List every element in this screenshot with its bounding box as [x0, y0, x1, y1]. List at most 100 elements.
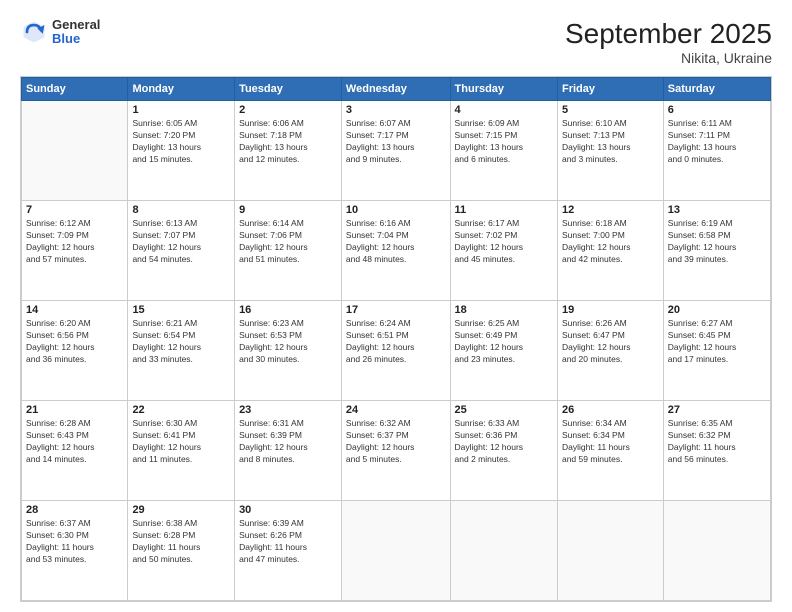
calendar-cell: 19 Sunrise: 6:26 AMSunset: 6:47 PMDayligh… [557, 301, 663, 401]
calendar-cell: 16Sunrise: 6:23 AMSunset: 6:53 PMDayligh… [235, 301, 342, 401]
calendar-cell: 25 Sunrise: 6:33 AMSunset: 6:36 PMDayligh… [450, 401, 557, 501]
day-number: 21 [26, 404, 123, 416]
page: General Blue September 2025 Nikita, Ukra… [0, 0, 792, 612]
day-number: 14 [26, 304, 123, 316]
calendar-cell: 10Sunrise: 6:16 AMSunset: 7:04 PMDayligh… [341, 201, 450, 301]
calendar-cell: 11 Sunrise: 6:17 AMSunset: 7:02 PMDayligh… [450, 201, 557, 301]
calendar-subtitle: Nikita, Ukraine [565, 50, 772, 66]
day-info: Sunrise: 6:31 AMSunset: 6:39 PMDaylight:… [239, 418, 337, 466]
column-header-thursday: Thursday [450, 78, 557, 101]
day-number: 5 [562, 104, 659, 116]
week-row-4: 21 Sunrise: 6:28 AMSunset: 6:43 PMDayligh… [22, 401, 771, 501]
day-number: 30 [239, 504, 337, 516]
day-number: 3 [346, 104, 446, 116]
day-number: 7 [26, 204, 123, 216]
day-info: Sunrise: 6:39 AMSunset: 6:26 PMDaylight:… [239, 518, 337, 566]
day-number: 4 [455, 104, 553, 116]
logo: General Blue [20, 18, 100, 47]
day-info: Sunrise: 6:30 AMSunset: 6:41 PMDaylight:… [132, 418, 230, 466]
column-header-saturday: Saturday [663, 78, 770, 101]
day-number: 19 [562, 304, 659, 316]
day-info: Sunrise: 6:12 AMSunset: 7:09 PMDaylight:… [26, 218, 123, 266]
calendar-cell: 17 Sunrise: 6:24 AMSunset: 6:51 PMDayligh… [341, 301, 450, 401]
day-number: 28 [26, 504, 123, 516]
day-info: Sunrise: 6:21 AMSunset: 6:54 PMDaylight:… [132, 318, 230, 366]
day-number: 8 [132, 204, 230, 216]
day-number: 20 [668, 304, 766, 316]
day-info: Sunrise: 6:32 AMSunset: 6:37 PMDaylight:… [346, 418, 446, 466]
calendar-cell [663, 501, 770, 601]
calendar-cell: 30 Sunrise: 6:39 AMSunset: 6:26 PMDayligh… [235, 501, 342, 601]
day-info: Sunrise: 6:27 AMSunset: 6:45 PMDaylight:… [668, 318, 766, 366]
day-info: Sunrise: 6:25 AMSunset: 6:49 PMDaylight:… [455, 318, 553, 366]
calendar-cell: 1Sunrise: 6:05 AMSunset: 7:20 PMDaylight… [128, 101, 235, 201]
week-row-5: 28 Sunrise: 6:37 AMSunset: 6:30 PMDayligh… [22, 501, 771, 601]
day-number: 17 [346, 304, 446, 316]
day-info: Sunrise: 6:14 AMSunset: 7:06 PMDaylight:… [239, 218, 337, 266]
day-info: Sunrise: 6:20 AMSunset: 6:56 PMDaylight:… [26, 318, 123, 366]
day-number: 11 [455, 204, 553, 216]
calendar-cell: 27 Sunrise: 6:35 AMSunset: 6:32 PMDayligh… [663, 401, 770, 501]
day-info: Sunrise: 6:37 AMSunset: 6:30 PMDaylight:… [26, 518, 123, 566]
day-info: Sunrise: 6:18 AMSunset: 7:00 PMDaylight:… [562, 218, 659, 266]
day-info: Sunrise: 6:05 AMSunset: 7:20 PMDaylight:… [132, 118, 230, 166]
day-info: Sunrise: 6:17 AMSunset: 7:02 PMDaylight:… [455, 218, 553, 266]
calendar-cell: 2Sunrise: 6:06 AMSunset: 7:18 PMDaylight… [235, 101, 342, 201]
day-number: 25 [455, 404, 553, 416]
day-number: 27 [668, 404, 766, 416]
day-number: 22 [132, 404, 230, 416]
calendar-cell: 14 Sunrise: 6:20 AMSunset: 6:56 PMDayligh… [22, 301, 128, 401]
day-info: Sunrise: 6:19 AMSunset: 6:58 PMDaylight:… [668, 218, 766, 266]
day-info: Sunrise: 6:09 AMSunset: 7:15 PMDaylight:… [455, 118, 553, 166]
column-header-wednesday: Wednesday [341, 78, 450, 101]
logo-text: General Blue [52, 18, 100, 47]
calendar: SundayMondayTuesdayWednesdayThursdayFrid… [20, 76, 772, 602]
week-row-1: 1Sunrise: 6:05 AMSunset: 7:20 PMDaylight… [22, 101, 771, 201]
calendar-cell: 9 Sunrise: 6:14 AMSunset: 7:06 PMDaylight… [235, 201, 342, 301]
column-header-tuesday: Tuesday [235, 78, 342, 101]
calendar-cell: 20 Sunrise: 6:27 AMSunset: 6:45 PMDayligh… [663, 301, 770, 401]
day-info: Sunrise: 6:34 AMSunset: 6:34 PMDaylight:… [562, 418, 659, 466]
day-info: Sunrise: 6:33 AMSunset: 6:36 PMDaylight:… [455, 418, 553, 466]
day-info: Sunrise: 6:11 AMSunset: 7:11 PMDaylight:… [668, 118, 766, 166]
calendar-cell [557, 501, 663, 601]
day-number: 26 [562, 404, 659, 416]
calendar-cell: 15 Sunrise: 6:21 AMSunset: 6:54 PMDayligh… [128, 301, 235, 401]
day-info: Sunrise: 6:07 AMSunset: 7:17 PMDaylight:… [346, 118, 446, 166]
calendar-cell: 23Sunrise: 6:31 AMSunset: 6:39 PMDayligh… [235, 401, 342, 501]
calendar-cell: 29 Sunrise: 6:38 AMSunset: 6:28 PMDayligh… [128, 501, 235, 601]
calendar-cell [341, 501, 450, 601]
day-number: 18 [455, 304, 553, 316]
calendar-cell: 22 Sunrise: 6:30 AMSunset: 6:41 PMDayligh… [128, 401, 235, 501]
column-header-friday: Friday [557, 78, 663, 101]
calendar-cell: 18 Sunrise: 6:25 AMSunset: 6:49 PMDayligh… [450, 301, 557, 401]
week-row-2: 7 Sunrise: 6:12 AMSunset: 7:09 PMDaylight… [22, 201, 771, 301]
day-number: 9 [239, 204, 337, 216]
day-info: Sunrise: 6:16 AMSunset: 7:04 PMDaylight:… [346, 218, 446, 266]
column-header-sunday: Sunday [22, 78, 128, 101]
calendar-title: September 2025 [565, 18, 772, 50]
logo-icon [20, 18, 48, 46]
day-number: 6 [668, 104, 766, 116]
day-info: Sunrise: 6:26 AMSunset: 6:47 PMDaylight:… [562, 318, 659, 366]
calendar-cell: 4 Sunrise: 6:09 AMSunset: 7:15 PMDaylight… [450, 101, 557, 201]
calendar-cell: 24Sunrise: 6:32 AMSunset: 6:37 PMDayligh… [341, 401, 450, 501]
calendar-cell: 28 Sunrise: 6:37 AMSunset: 6:30 PMDayligh… [22, 501, 128, 601]
day-info: Sunrise: 6:24 AMSunset: 6:51 PMDaylight:… [346, 318, 446, 366]
calendar-cell: 5 Sunrise: 6:10 AMSunset: 7:13 PMDaylight… [557, 101, 663, 201]
calendar-cell [450, 501, 557, 601]
calendar-cell: 26 Sunrise: 6:34 AMSunset: 6:34 PMDayligh… [557, 401, 663, 501]
day-number: 29 [132, 504, 230, 516]
calendar-header: SundayMondayTuesdayWednesdayThursdayFrid… [22, 78, 771, 101]
day-info: Sunrise: 6:13 AMSunset: 7:07 PMDaylight:… [132, 218, 230, 266]
day-info: Sunrise: 6:35 AMSunset: 6:32 PMDaylight:… [668, 418, 766, 466]
header: General Blue September 2025 Nikita, Ukra… [20, 18, 772, 66]
day-number: 2 [239, 104, 337, 116]
day-info: Sunrise: 6:10 AMSunset: 7:13 PMDaylight:… [562, 118, 659, 166]
calendar-body: 1Sunrise: 6:05 AMSunset: 7:20 PMDaylight… [22, 101, 771, 601]
day-info: Sunrise: 6:23 AMSunset: 6:53 PMDaylight:… [239, 318, 337, 366]
day-info: Sunrise: 6:28 AMSunset: 6:43 PMDaylight:… [26, 418, 123, 466]
day-number: 15 [132, 304, 230, 316]
day-info: Sunrise: 6:38 AMSunset: 6:28 PMDaylight:… [132, 518, 230, 566]
logo-blue: Blue [52, 32, 100, 46]
